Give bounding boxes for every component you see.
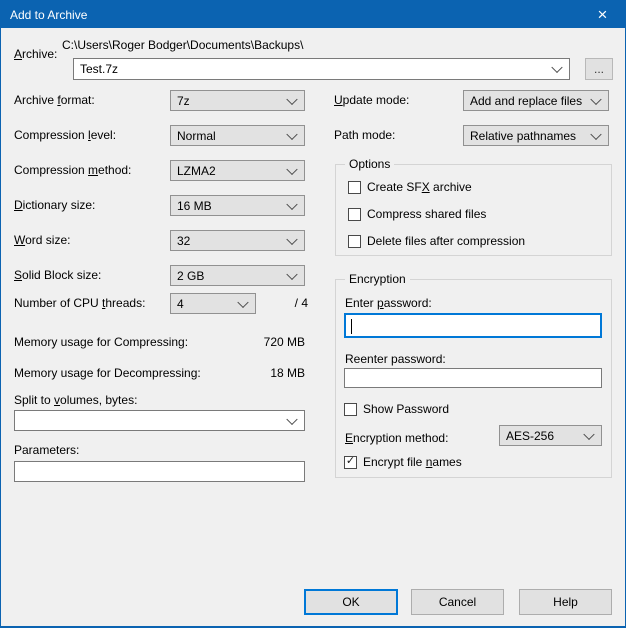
cpu-threads-value: 4 <box>177 297 184 311</box>
archive-dir-path: C:\Users\Roger Bodger\Documents\Backups\ <box>62 38 303 53</box>
help-button[interactable]: Help <box>519 589 612 615</box>
show-password-label: Show Password <box>363 402 449 416</box>
chevron-down-icon <box>286 93 297 104</box>
help-button-label: Help <box>553 595 578 609</box>
archive-label: Archive: <box>14 47 57 62</box>
encryption-method-select[interactable]: AES-256 <box>499 425 602 446</box>
chevron-down-icon <box>286 233 297 244</box>
show-password-row[interactable]: Show Password <box>344 402 449 416</box>
title-bar: Add to Archive <box>1 1 625 28</box>
close-button[interactable]: × <box>580 1 625 28</box>
close-icon: × <box>598 6 608 23</box>
add-to-archive-dialog: Add to Archive × Archive: C:\Users\Roger… <box>0 0 626 628</box>
browse-ellipsis: ... <box>594 62 604 76</box>
cpu-threads-max: / 4 <box>256 296 308 310</box>
archive-format-value: 7z <box>177 94 190 108</box>
reenter-password-label: Reenter password: <box>345 352 446 367</box>
memory-decompressing-value: 18 MB <box>205 366 305 380</box>
split-volumes-label: Split to volumes, bytes: <box>14 393 137 408</box>
dialog-title: Add to Archive <box>10 8 87 22</box>
parameters-input[interactable] <box>14 461 305 482</box>
encrypt-names-checkbox[interactable] <box>344 456 357 469</box>
chevron-down-icon <box>286 413 297 424</box>
ok-button[interactable]: OK <box>304 589 398 615</box>
encrypt-names-row[interactable]: Encrypt file names <box>344 455 462 469</box>
cancel-button-label: Cancel <box>439 595 476 609</box>
chevron-down-icon <box>583 428 594 439</box>
path-mode-label: Path mode: <box>334 128 395 143</box>
encrypt-names-label: Encrypt file names <box>363 455 462 469</box>
archive-name-combobox[interactable]: Test.7z <box>73 58 570 80</box>
compress-shared-row[interactable]: Compress shared files <box>348 207 486 221</box>
chevron-down-icon <box>286 163 297 174</box>
path-mode-value: Relative pathnames <box>470 129 576 143</box>
delete-after-checkbox[interactable] <box>348 235 361 248</box>
update-mode-select[interactable]: Add and replace files <box>463 90 609 111</box>
chevron-down-icon <box>286 268 297 279</box>
archive-format-select[interactable]: 7z <box>170 90 305 111</box>
cancel-button[interactable]: Cancel <box>411 589 504 615</box>
chevron-down-icon <box>286 198 297 209</box>
update-mode-label: Update mode: <box>334 93 409 108</box>
compress-shared-label: Compress shared files <box>367 207 486 221</box>
archive-format-label: Archive format: <box>14 93 95 108</box>
enter-password-input[interactable] <box>344 313 602 338</box>
compression-level-label: Compression level: <box>14 128 116 143</box>
compress-shared-checkbox[interactable] <box>348 208 361 221</box>
encryption-method-label: Encryption method: <box>345 431 448 446</box>
archive-name-value: Test.7z <box>80 62 118 76</box>
word-size-value: 32 <box>177 234 190 248</box>
memory-compressing-label: Memory usage for Compressing: <box>14 335 188 350</box>
memory-decompressing-label: Memory usage for Decompressing: <box>14 366 201 381</box>
dictionary-size-label: Dictionary size: <box>14 198 95 213</box>
encryption-method-value: AES-256 <box>506 429 554 443</box>
compression-method-select[interactable]: LZMA2 <box>170 160 305 181</box>
cpu-threads-label: Number of CPU threads: <box>14 296 145 311</box>
delete-after-label: Delete files after compression <box>367 234 525 248</box>
reenter-password-input[interactable] <box>344 368 602 388</box>
split-volumes-combobox[interactable] <box>14 410 305 431</box>
solid-block-size-select[interactable]: 2 GB <box>170 265 305 286</box>
path-mode-select[interactable]: Relative pathnames <box>463 125 609 146</box>
compression-level-select[interactable]: Normal <box>170 125 305 146</box>
word-size-label: Word size: <box>14 233 70 248</box>
chevron-down-icon <box>286 128 297 139</box>
create-sfx-row[interactable]: Create SFX archive <box>348 180 472 194</box>
cpu-threads-select[interactable]: 4 <box>170 293 256 314</box>
chevron-down-icon <box>590 128 601 139</box>
ok-button-label: OK <box>342 595 359 609</box>
word-size-select[interactable]: 32 <box>170 230 305 251</box>
options-group-title: Options <box>345 157 394 172</box>
parameters-label: Parameters: <box>14 443 79 458</box>
browse-button[interactable]: ... <box>585 58 613 80</box>
show-password-checkbox[interactable] <box>344 403 357 416</box>
dictionary-size-value: 16 MB <box>177 199 212 213</box>
chevron-down-icon <box>551 62 562 73</box>
enter-password-label: Enter password: <box>345 296 432 311</box>
chevron-down-icon <box>590 93 601 104</box>
encryption-group-title: Encryption <box>345 272 410 287</box>
create-sfx-checkbox[interactable] <box>348 181 361 194</box>
solid-block-size-label: Solid Block size: <box>14 268 101 283</box>
delete-after-row[interactable]: Delete files after compression <box>348 234 525 248</box>
compression-method-value: LZMA2 <box>177 164 216 178</box>
dictionary-size-select[interactable]: 16 MB <box>170 195 305 216</box>
compression-method-label: Compression method: <box>14 163 131 178</box>
memory-compressing-value: 720 MB <box>205 335 305 349</box>
solid-block-size-value: 2 GB <box>177 269 204 283</box>
chevron-down-icon <box>237 296 248 307</box>
update-mode-value: Add and replace files <box>470 94 582 108</box>
text-caret <box>351 319 352 334</box>
create-sfx-label: Create SFX archive <box>367 180 472 194</box>
compression-level-value: Normal <box>177 129 216 143</box>
